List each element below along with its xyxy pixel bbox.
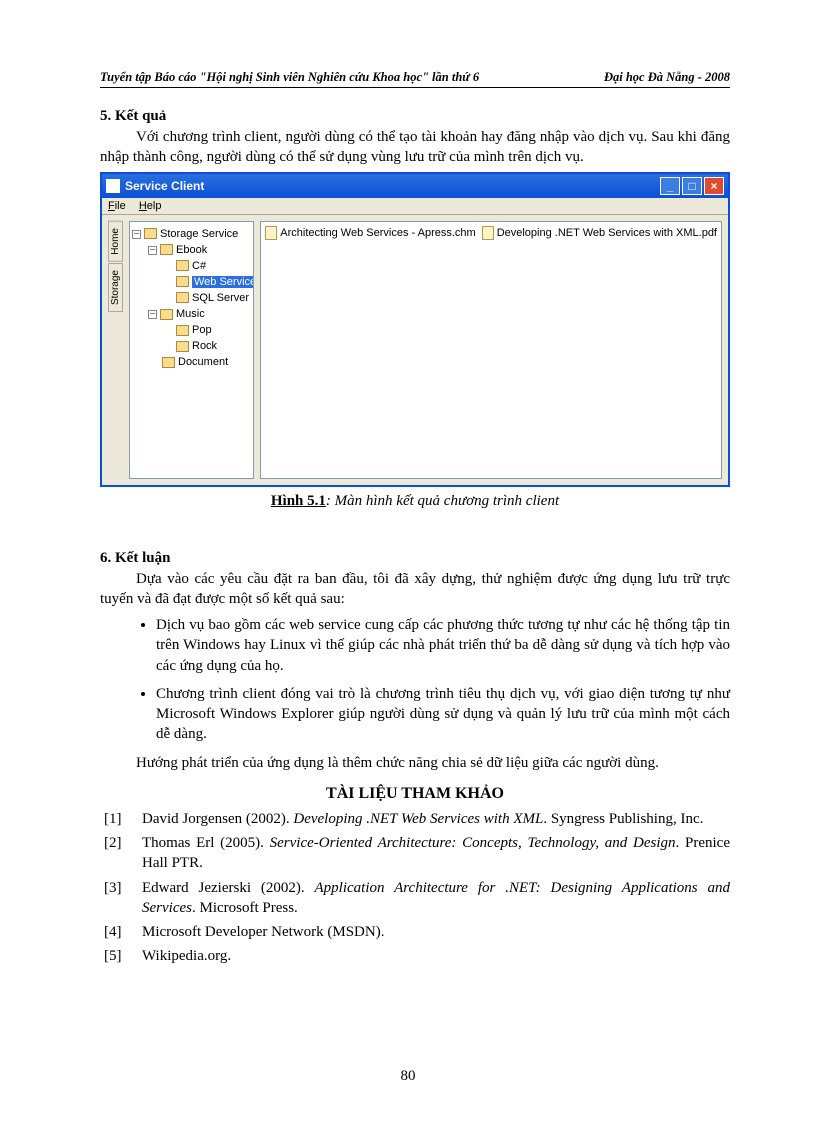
tree-ebook[interactable]: Ebook <box>176 244 207 256</box>
header-right: Đại học Đà Nẵng - 2008 <box>604 70 730 85</box>
file-icon <box>265 226 277 240</box>
window-title: Service Client <box>125 179 204 193</box>
section-5-title: 5. Kết quả <box>100 108 730 125</box>
tree-rock[interactable]: Rock <box>192 340 217 352</box>
file-item[interactable]: Architecting Web Services - Apress.chm <box>265 226 475 240</box>
file-icon <box>482 226 494 240</box>
minimize-button[interactable]: _ <box>660 177 680 195</box>
titlebar[interactable]: Service Client _ □ × <box>102 174 728 198</box>
maximize-button[interactable]: □ <box>682 177 702 195</box>
tree-root[interactable]: Storage Service <box>160 228 238 240</box>
tree-web-services[interactable]: Web Services <box>192 276 254 288</box>
references-list: [1]David Jorgensen (2002). Developing .N… <box>104 809 730 967</box>
tree-sql[interactable]: SQL Server <box>192 292 249 304</box>
file-item[interactable]: Developing .NET Web Services with XML.pd… <box>482 226 717 240</box>
section-6-title: 6. Kết luận <box>100 550 730 567</box>
close-button[interactable]: × <box>704 177 724 195</box>
figure-caption: Hình 5.1: Màn hình kết quả chương trình … <box>100 493 730 510</box>
vtab-storage[interactable]: Storage <box>108 263 123 312</box>
tree-pop[interactable]: Pop <box>192 324 212 336</box>
folder-tree[interactable]: −Storage Service −Ebook C# Web Services … <box>129 221 254 479</box>
bullet-list: Dịch vụ bao gồm các web service cung cấp… <box>156 615 730 745</box>
menu-file[interactable]: FFileile <box>108 200 126 212</box>
vtab-home[interactable]: Home <box>108 221 123 262</box>
section-6-para: Dựa vào các yêu cầu đặt ra ban đầu, tôi … <box>100 569 730 610</box>
tree-document[interactable]: Document <box>178 356 228 368</box>
menubar: FFileile HHelpelp <box>102 198 728 215</box>
header-left: Tuyển tập Báo cáo "Hội nghị Sinh viên Ng… <box>100 70 479 85</box>
section-5-para: Với chương trình client, người dùng có t… <box>100 127 730 168</box>
menu-help[interactable]: HHelpelp <box>139 200 162 212</box>
file-list[interactable]: Architecting Web Services - Apress.chm D… <box>260 221 722 479</box>
app-icon <box>106 179 120 193</box>
bullet-item: Chương trình client đóng vai trò là chươ… <box>156 684 730 745</box>
tree-music[interactable]: Music <box>176 308 205 320</box>
tree-csharp[interactable]: C# <box>192 260 206 272</box>
references-title: TÀI LIỆU THAM KHẢO <box>100 785 730 803</box>
service-client-window: Service Client _ □ × FFileile HHelpelp H… <box>100 172 730 487</box>
section-6-closing: Hướng phát triển của ứng dụng là thêm ch… <box>100 753 730 773</box>
bullet-item: Dịch vụ bao gồm các web service cung cấp… <box>156 615 730 676</box>
page-number: 80 <box>0 1068 816 1085</box>
